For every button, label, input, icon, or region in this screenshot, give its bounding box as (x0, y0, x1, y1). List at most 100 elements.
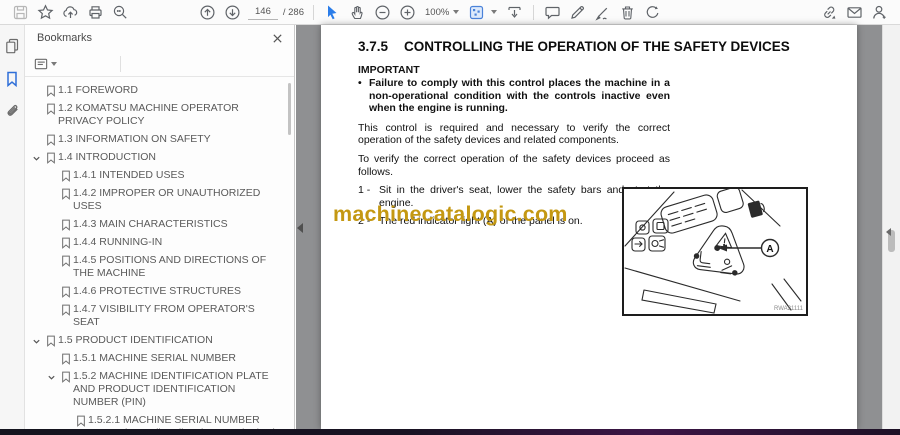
close-icon[interactable] (272, 33, 283, 44)
bookmark-icon (43, 151, 58, 164)
bookmark-item[interactable]: 1.3 INFORMATION ON SAFETY (25, 133, 294, 146)
mail-icon[interactable] (842, 2, 867, 23)
upload-icon[interactable] (58, 2, 83, 23)
bookmark-label: 1.3 INFORMATION ON SAFETY (58, 133, 211, 145)
comment-icon[interactable] (540, 2, 565, 23)
important-bullet: • Failure to comply with this control pl… (358, 77, 670, 114)
pages-panel-icon[interactable] (3, 37, 21, 55)
page-up-icon[interactable] (195, 2, 220, 23)
bookmarks-scrollbar-thumb[interactable] (288, 83, 291, 135)
bookmark-item[interactable]: 1.4.3 MAIN CHARACTERISTICS (25, 218, 294, 231)
bookmark-icon (43, 334, 58, 347)
bookmark-item[interactable]: 1.4.4 RUNNING-IN (25, 236, 294, 249)
chevron-down-icon (44, 236, 58, 239)
bookmarks-panel: Bookmarks 1.1 FOREWORD 1.2 KOMATSU MACHI… (25, 25, 295, 429)
bookmark-options-button[interactable] (33, 56, 62, 72)
bookmark-item[interactable]: 1.4.1 INTENDED USES (25, 169, 294, 182)
left-panel-rail (0, 25, 25, 429)
bookmark-label: 1.5 PRODUCT IDENTIFICATION (58, 334, 213, 346)
bookmark-tree: 1.1 FOREWORD 1.2 KOMATSU MACHINE OPERATO… (25, 80, 294, 429)
share-link-icon[interactable] (817, 2, 842, 23)
figure-callout-label: A (766, 244, 773, 255)
bookmark-icon (58, 352, 73, 365)
chevron-down-icon (44, 169, 58, 172)
bookmark-item[interactable]: 1.4 INTRODUCTION (25, 151, 294, 164)
bookmark-item[interactable]: 1.4.6 PROTECTIVE STRUCTURES (25, 285, 294, 298)
select-tool-icon[interactable] (320, 2, 345, 23)
figure-code: RWA21111 (773, 306, 803, 312)
chevron-down-icon (44, 285, 58, 288)
bullet-glyph: • (358, 77, 362, 90)
vertical-scrollbar[interactable] (882, 25, 900, 429)
pencil-icon[interactable] (565, 2, 590, 23)
account-icon[interactable] (867, 2, 892, 23)
panel-diagram: A (624, 189, 802, 314)
bookmark-item[interactable]: 1.5.2.1 MACHINE SERIAL NUMBER PLATE (acc… (25, 414, 294, 429)
bookmark-label: 1.4.3 MAIN CHARACTERISTICS (73, 218, 228, 230)
collapse-panel-icon[interactable] (886, 228, 891, 236)
search-icon[interactable] (108, 2, 133, 23)
bookmark-label: 1.5.2.1 MACHINE SERIAL NUMBER PLATE (acc… (88, 414, 276, 429)
toolbar-divider (313, 4, 314, 20)
chevron-down-icon[interactable] (453, 10, 460, 14)
chevron-down-icon (44, 187, 58, 190)
page-down-icon[interactable] (220, 2, 245, 23)
page-total-label: / 286 (282, 6, 304, 18)
print-icon[interactable] (83, 2, 108, 23)
panel-title: Bookmarks (37, 32, 93, 44)
rotate-icon[interactable] (640, 2, 665, 23)
attachments-panel-icon[interactable] (3, 103, 21, 121)
bookmark-icon (58, 370, 73, 383)
zoom-level-label[interactable]: 100% (425, 7, 449, 18)
chevron-down-icon[interactable] (44, 370, 58, 382)
fit-width-icon[interactable] (502, 2, 527, 23)
bookmark-item[interactable]: 1.4.5 POSITIONS AND DIRECTIONS OF THE MA… (25, 254, 294, 280)
important-text: Failure to comply with this control plac… (369, 77, 670, 115)
bookmark-label: 1.4 INTRODUCTION (58, 151, 157, 163)
bookmark-label: 1.1 FOREWORD (58, 84, 138, 96)
fit-page-icon[interactable] (464, 2, 489, 23)
bookmark-icon (43, 133, 58, 146)
chevron-down-icon[interactable] (29, 151, 43, 163)
bookmark-icon (58, 285, 73, 298)
bookmark-item[interactable]: 1.5.2 MACHINE IDENTIFICATION PLATE AND P… (25, 370, 294, 409)
bookmark-item[interactable]: 1.4.2 IMPROPER OR UNAUTHORIZED USES (25, 187, 294, 213)
toolbar-nav-group: 146 / 286 100% (195, 2, 665, 23)
chevron-down-icon (44, 303, 58, 306)
bookmark-icon (43, 102, 58, 115)
bookmark-label: 1.4.1 INTENDED USES (73, 169, 185, 181)
pdf-page: 3.7.5 CONTROLLING THE OPERATION OF THE S… (321, 25, 857, 429)
top-toolbar: 146 / 286 100% (0, 0, 900, 25)
bookmark-item[interactable]: 1.5.1 MACHINE SERIAL NUMBER (25, 352, 294, 365)
hand-tool-icon[interactable] (345, 2, 370, 23)
zoom-out-icon[interactable] (370, 2, 395, 23)
chevron-down-icon (29, 133, 43, 136)
bookmark-label: 1.4.4 RUNNING-IN (73, 236, 163, 248)
bookmarks-panel-icon[interactable] (3, 70, 21, 88)
chevron-down-icon (29, 84, 43, 87)
trash-icon[interactable] (615, 2, 640, 23)
star-icon[interactable] (33, 2, 58, 23)
bookmark-item[interactable]: 1.1 FOREWORD (25, 84, 294, 97)
bookmark-icon (58, 187, 73, 200)
panel-figure: A RWA21111 (622, 187, 808, 316)
bookmark-item[interactable]: 1.2 KOMATSU MACHINE OPERATOR PRIVACY POL… (25, 102, 294, 128)
page-number-input[interactable]: 146 (248, 5, 278, 20)
chevron-down-icon (44, 254, 58, 257)
bookmark-label: 1.5.2 MACHINE IDENTIFICATION PLATE AND P… (73, 370, 269, 408)
bookmark-icon (58, 254, 73, 267)
section-title-text: CONTROLLING THE OPERATION OF THE SAFETY … (404, 39, 790, 54)
chevron-down-icon[interactable] (491, 10, 498, 14)
document-canvas: 3.7.5 CONTROLLING THE OPERATION OF THE S… (296, 25, 900, 429)
paragraph: This control is required and necessary t… (358, 121, 670, 147)
save-icon[interactable] (8, 2, 33, 23)
chevron-down-icon (44, 352, 58, 355)
signature-icon[interactable] (590, 2, 615, 23)
collapse-panel-icon[interactable] (297, 223, 303, 233)
zoom-in-icon[interactable] (395, 2, 420, 23)
bookmark-item[interactable]: 1.4.7 VISIBILITY FROM OPERATOR'S SEAT (25, 303, 294, 329)
bookmark-icon (58, 303, 73, 316)
chevron-down-icon[interactable] (29, 334, 43, 346)
toolbar-divider (533, 4, 535, 20)
bookmark-item[interactable]: 1.5 PRODUCT IDENTIFICATION (25, 334, 294, 347)
